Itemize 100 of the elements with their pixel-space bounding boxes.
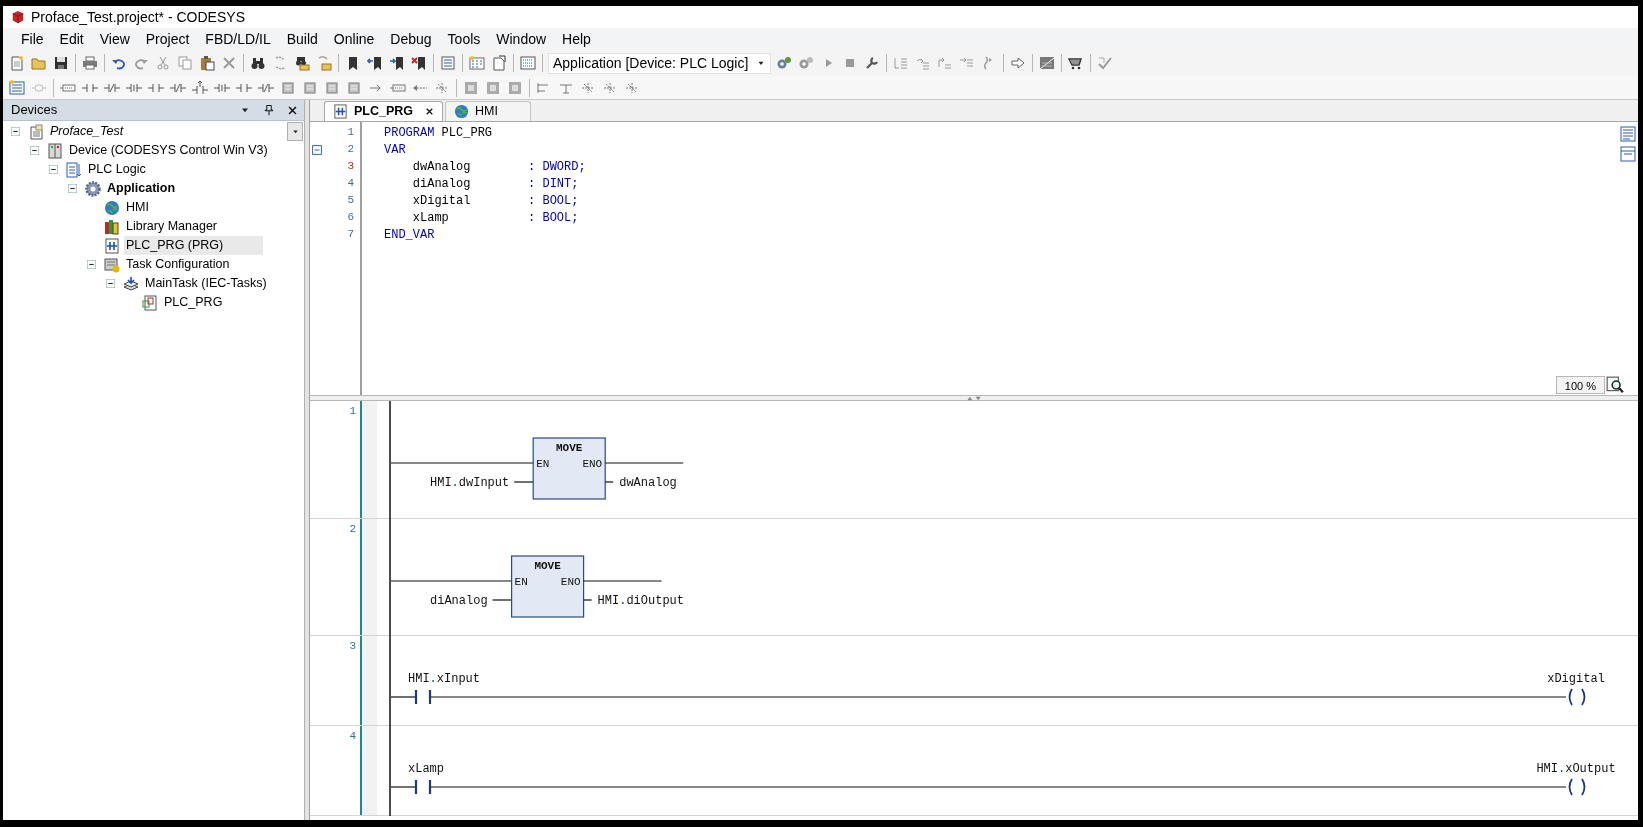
pin-icon[interactable] bbox=[263, 104, 275, 116]
list-icon[interactable] bbox=[440, 55, 456, 71]
collapse-icon[interactable] bbox=[87, 260, 96, 269]
editor-tab[interactable]: PLC_PRG bbox=[324, 101, 444, 121]
menu-item[interactable]: View bbox=[91, 28, 138, 50]
cube-icon bbox=[11, 10, 25, 24]
input-variable: diAnalog bbox=[430, 594, 488, 608]
new-file-icon[interactable] bbox=[9, 55, 25, 71]
network-number: 3 bbox=[349, 639, 356, 653]
tree-item[interactable]: PLC Logic bbox=[86, 160, 148, 179]
binoculars-folder-icon[interactable] bbox=[294, 55, 310, 71]
table-view-icon[interactable] bbox=[1620, 146, 1636, 162]
pin-label: EN bbox=[536, 458, 550, 470]
close-icon[interactable] bbox=[425, 107, 435, 116]
tree-item[interactable]: Library Manager bbox=[124, 217, 219, 236]
collapse-icon[interactable] bbox=[68, 184, 77, 193]
arrows-folder-icon[interactable] bbox=[316, 55, 332, 71]
delete-icon[interactable] bbox=[221, 55, 237, 71]
zoom-icon[interactable] bbox=[1606, 376, 1624, 394]
gears-icon[interactable] bbox=[798, 55, 815, 71]
square-icon[interactable] bbox=[507, 79, 523, 96]
contact-document-icon bbox=[333, 104, 348, 119]
bookmark-right-icon[interactable] bbox=[389, 55, 405, 71]
tree-item[interactable]: Device (CODESYS Control Win V3) bbox=[67, 141, 270, 160]
coil-symbol bbox=[1568, 688, 1586, 706]
collapse-icon[interactable] bbox=[106, 279, 115, 288]
binoculars-icon[interactable] bbox=[250, 55, 266, 71]
coil-symbol bbox=[1568, 778, 1586, 796]
rung-wire bbox=[583, 599, 593, 601]
menu-item[interactable]: Help bbox=[554, 28, 599, 50]
network-number: 1 bbox=[349, 404, 356, 418]
block-name: MOVE bbox=[534, 560, 561, 572]
tree-item[interactable]: HMI bbox=[124, 198, 151, 217]
menu-item[interactable]: Edit bbox=[51, 28, 92, 50]
network-icon[interactable] bbox=[9, 79, 25, 96]
paste-icon[interactable] bbox=[199, 55, 215, 71]
box-icon[interactable] bbox=[302, 79, 318, 96]
open-folder-icon[interactable] bbox=[31, 55, 47, 71]
program-call-icon bbox=[142, 294, 158, 311]
menu-item[interactable]: Window bbox=[488, 28, 555, 50]
check-icon[interactable] bbox=[1097, 55, 1114, 71]
menu-item[interactable]: FBD/LD/IL bbox=[197, 28, 279, 50]
application-selector[interactable]: Application [Device: PLC Logic] bbox=[548, 52, 772, 74]
tree-item[interactable]: PLC_PRG (PRG) bbox=[124, 236, 264, 255]
bookmark-left-icon[interactable] bbox=[367, 55, 383, 71]
code-line: dwAnalog : DWORD; bbox=[411, 158, 586, 176]
tree-item[interactable]: Task Configuration bbox=[124, 255, 232, 274]
zoom-field[interactable]: 100 % bbox=[1555, 376, 1605, 394]
close-icon[interactable] bbox=[287, 104, 298, 116]
editor-tab[interactable]: HMI bbox=[445, 101, 531, 121]
arrow-icon[interactable] bbox=[1010, 55, 1027, 71]
menu-item[interactable]: Tools bbox=[439, 28, 489, 50]
output-variable: dwAnalog bbox=[619, 476, 677, 490]
copy-icon[interactable] bbox=[177, 55, 193, 71]
collapse-icon[interactable] bbox=[11, 127, 20, 136]
tree-item[interactable]: Proface_Test bbox=[48, 122, 126, 141]
wrench-icon[interactable] bbox=[864, 55, 881, 71]
chart-icon[interactable] bbox=[1039, 55, 1056, 71]
square-icon[interactable] bbox=[485, 79, 501, 96]
square-icon[interactable] bbox=[463, 79, 479, 96]
line-number: 2 bbox=[346, 142, 355, 158]
globe-icon bbox=[104, 199, 120, 216]
box-icon[interactable] bbox=[346, 79, 362, 96]
pin-label: ENO bbox=[582, 458, 603, 470]
menu-item[interactable]: Build bbox=[278, 28, 326, 50]
input-variable: HMI.dwInput bbox=[430, 476, 510, 490]
step-icon[interactable] bbox=[937, 55, 954, 71]
tree-item[interactable]: Application bbox=[105, 179, 178, 198]
rung-wire bbox=[390, 696, 416, 698]
line-number: 3 bbox=[346, 159, 355, 175]
collapse-icon[interactable] bbox=[49, 165, 58, 174]
dotted-list-icon[interactable] bbox=[520, 55, 536, 71]
menu-item[interactable]: File bbox=[13, 28, 52, 50]
box-icon[interactable] bbox=[280, 79, 296, 96]
contact-symbol bbox=[414, 778, 432, 796]
line-number: 5 bbox=[346, 193, 355, 209]
declaration-view-icon[interactable] bbox=[1620, 126, 1636, 142]
page-arrow-icon[interactable] bbox=[491, 55, 507, 71]
contact-up-icon[interactable] bbox=[192, 79, 208, 96]
tree-item[interactable]: MainTask (IEC-Tasks) bbox=[143, 274, 269, 293]
tree-item[interactable]: PLC_PRG bbox=[162, 293, 225, 312]
menu-item[interactable]: Project bbox=[137, 28, 198, 50]
collapse-icon[interactable] bbox=[30, 146, 39, 155]
save-icon[interactable] bbox=[53, 55, 69, 71]
menu-item[interactable]: Debug bbox=[382, 28, 440, 50]
device-icon bbox=[47, 142, 63, 159]
contact-symbol bbox=[414, 688, 432, 706]
line-number: 1 bbox=[346, 125, 355, 141]
gears-icon[interactable] bbox=[776, 55, 793, 71]
print-icon[interactable] bbox=[82, 55, 98, 71]
dropdown-button[interactable] bbox=[287, 122, 303, 141]
bookmark-delete-icon[interactable] bbox=[411, 55, 427, 71]
grid-icon[interactable] bbox=[469, 55, 485, 71]
box-icon[interactable] bbox=[324, 79, 340, 96]
step-icon[interactable] bbox=[893, 55, 910, 71]
cart-icon[interactable] bbox=[1068, 55, 1085, 71]
line-number: 7 bbox=[346, 227, 355, 243]
cut-icon[interactable] bbox=[155, 55, 171, 71]
network-number: 4 bbox=[349, 729, 356, 743]
menu-item[interactable]: Online bbox=[325, 28, 383, 50]
